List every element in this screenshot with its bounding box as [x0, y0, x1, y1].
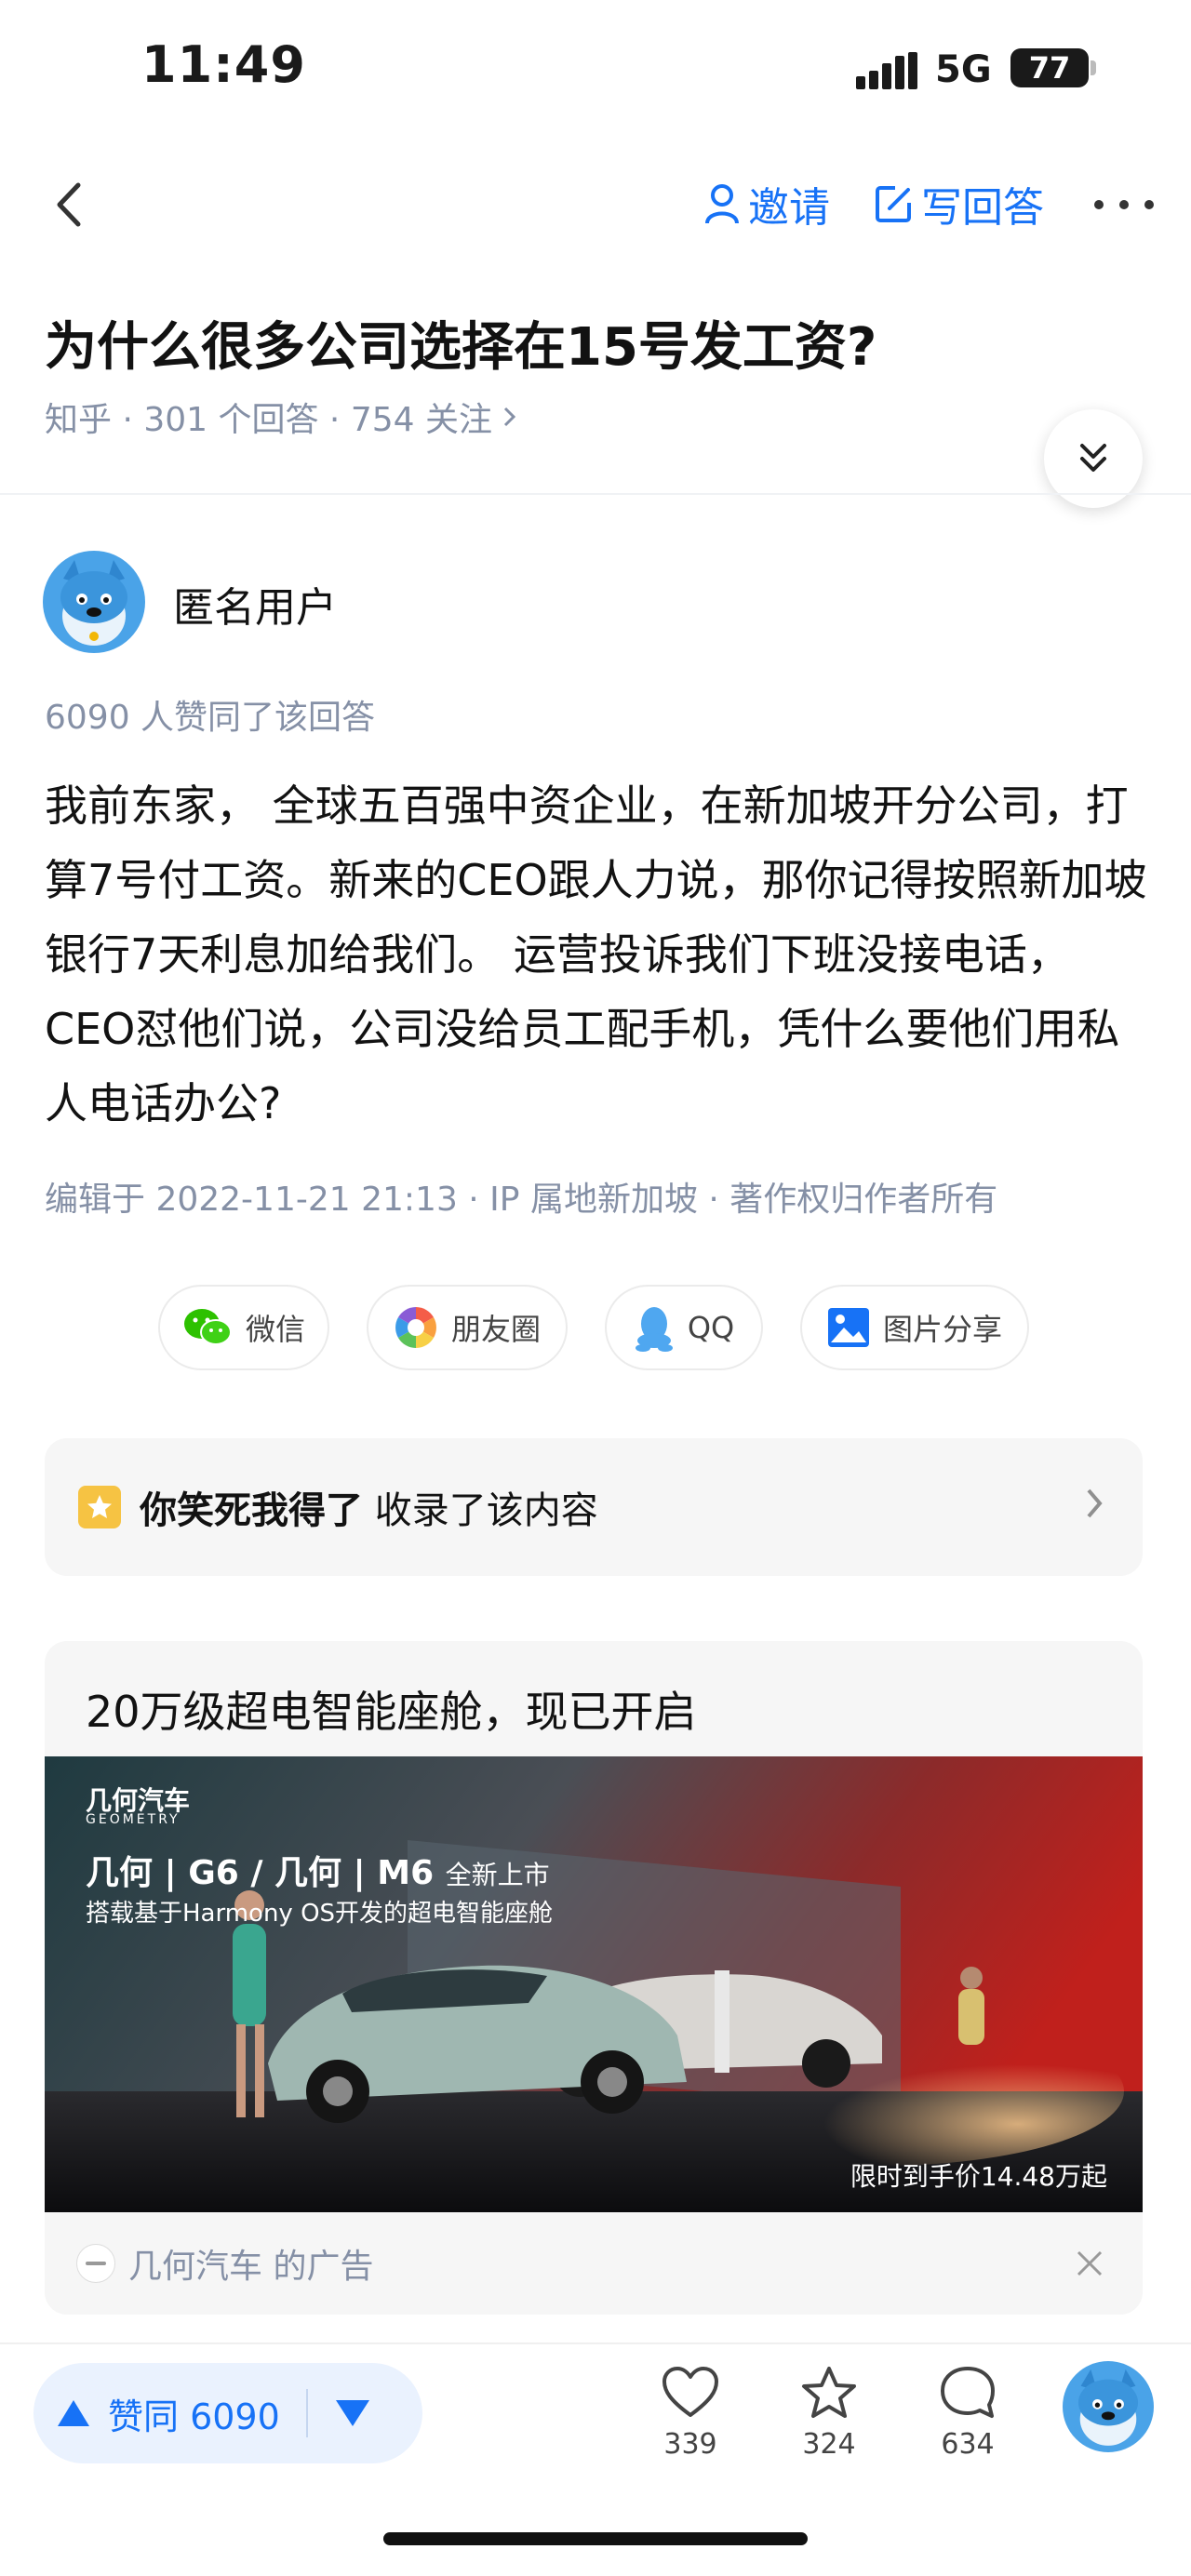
invite-button[interactable]: 邀请 — [703, 176, 830, 232]
comment-icon — [941, 2367, 995, 2418]
ad-source[interactable]: 几何汽车 的广告 — [128, 2239, 373, 2288]
home-indicator[interactable] — [383, 2532, 808, 2545]
edit-icon — [876, 186, 911, 222]
share-qq-button[interactable]: QQ — [605, 1285, 763, 1370]
question-meta[interactable]: 知乎 · 301 个回答 · 754 关注 — [45, 393, 518, 441]
ad-title: 20万级超电智能座舱，现已开启 — [86, 1687, 697, 1737]
write-answer-label: 写回答 — [921, 184, 1044, 232]
collection-card[interactable]: 你笑死我得了 收录了该内容 — [45, 1438, 1143, 1576]
divider — [0, 493, 1191, 495]
upvote-label: 赞同 6090 — [108, 2396, 280, 2437]
battery-cap — [1091, 60, 1096, 75]
ad-car-illustration — [45, 1756, 1143, 2212]
collection-action: 收录了该内容 — [374, 1489, 598, 1532]
chevron-right-icon — [1087, 1488, 1103, 1518]
vote-divider — [305, 2389, 308, 2437]
triangle-up-icon — [58, 2400, 89, 2426]
share-moments-button[interactable]: 朋友圈 — [367, 1285, 568, 1370]
ad-price: 限时到手价14.48万起 — [850, 2161, 1107, 2192]
vote-pill: 赞同 6090 — [33, 2363, 422, 2463]
upvote-button[interactable]: 赞同 6090 — [33, 2388, 280, 2439]
favorite-button[interactable]: 324 — [787, 2365, 871, 2461]
ad-footer: 几何汽车 的广告 — [45, 2212, 1143, 2315]
star-outline-icon — [802, 2367, 856, 2418]
question-meta-text: 知乎 · 301 个回答 · 754 关注 — [45, 401, 492, 439]
moments-icon — [395, 1307, 436, 1348]
ad-logo-icon — [76, 2244, 115, 2283]
edit-info: 编辑于 2022-11-21 21:13 · IP 属地新加坡 · 著作权归作者… — [45, 1181, 998, 1219]
share-qq-label: QQ — [687, 1310, 735, 1345]
more-icon[interactable] — [1094, 181, 1154, 228]
triangle-down-icon — [335, 2400, 369, 2426]
share-image-label: 图片分享 — [882, 1312, 1002, 1347]
comment-count: 634 — [941, 2428, 995, 2461]
collection-text: 你笑死我得了 收录了该内容 — [140, 1480, 598, 1534]
heart-icon — [662, 2367, 718, 2417]
bottom-avatar[interactable] — [1063, 2361, 1154, 2452]
favorite-count: 324 — [802, 2428, 856, 2461]
comment-button[interactable]: 634 — [926, 2365, 1010, 2461]
status-bar: 11:49 5G 77 — [0, 0, 1191, 140]
anonymous-avatar-icon — [43, 551, 145, 653]
avatar[interactable] — [43, 551, 145, 653]
close-icon[interactable] — [1074, 2248, 1105, 2279]
top-nav: 邀请 写回答 — [0, 153, 1191, 256]
chevron-right-icon — [503, 407, 516, 427]
wechat-icon — [183, 1309, 232, 1345]
person-icon — [705, 184, 739, 224]
network-label: 5G — [935, 48, 992, 91]
question-title[interactable]: 为什么很多公司选择在15号发工资? — [45, 305, 877, 380]
share-wechat-button[interactable]: 微信 — [158, 1285, 329, 1370]
author-name[interactable]: 匿名用户 — [173, 574, 337, 634]
qq-icon — [635, 1307, 673, 1352]
downvote-button[interactable] — [334, 2397, 371, 2429]
like-count: 339 — [663, 2428, 717, 2461]
ad-subline: 搭载基于Harmony OS开发的超电智能座舱 — [86, 1900, 554, 1928]
share-row: 微信 朋友圈 QQ 图片分享 — [0, 1285, 1191, 1370]
double-chevron-down-icon — [1080, 444, 1106, 472]
status-time: 11:49 — [141, 35, 306, 94]
battery-icon: 77 — [1010, 48, 1089, 87]
signal-icon — [856, 52, 917, 89]
collection-name: 你笑死我得了 — [140, 1489, 363, 1532]
ad-headline-tag: 全新上市 — [445, 1860, 550, 1890]
answer-body: 我前东家， 全球五百强中资企业，在新加坡开分公司，打算7号付工资。新来的CEO跟… — [45, 781, 1147, 1128]
anonymous-avatar-icon — [1063, 2361, 1154, 2452]
vote-summary: 6090 人赞同了该回答 — [45, 699, 376, 737]
share-wechat-label: 微信 — [245, 1312, 305, 1347]
ad-headline-text: 几何 | G6 / 几何 | M6 — [86, 1854, 435, 1892]
back-icon[interactable] — [43, 172, 99, 237]
image-icon — [827, 1308, 869, 1347]
write-answer-button[interactable]: 写回答 — [875, 176, 1044, 232]
star-icon — [78, 1486, 121, 1528]
invite-label: 邀请 — [748, 184, 830, 232]
share-moments-label: 朋友圈 — [450, 1312, 541, 1347]
ad-card[interactable]: 20万级超电智能座舱，现已开启 几何汽车 GEOMETRY 几何 | G6 / … — [45, 1641, 1143, 2315]
like-button[interactable]: 339 — [649, 2365, 732, 2461]
share-image-button[interactable]: 图片分享 — [800, 1285, 1029, 1370]
ad-brand-en: GEOMETRY — [86, 1812, 181, 1827]
ad-image[interactable]: 几何汽车 GEOMETRY 几何 | G6 / 几何 | M6 全新上市 搭载基… — [45, 1756, 1143, 2212]
ad-headline: 几何 | G6 / 几何 | M6 全新上市 — [86, 1846, 550, 1894]
